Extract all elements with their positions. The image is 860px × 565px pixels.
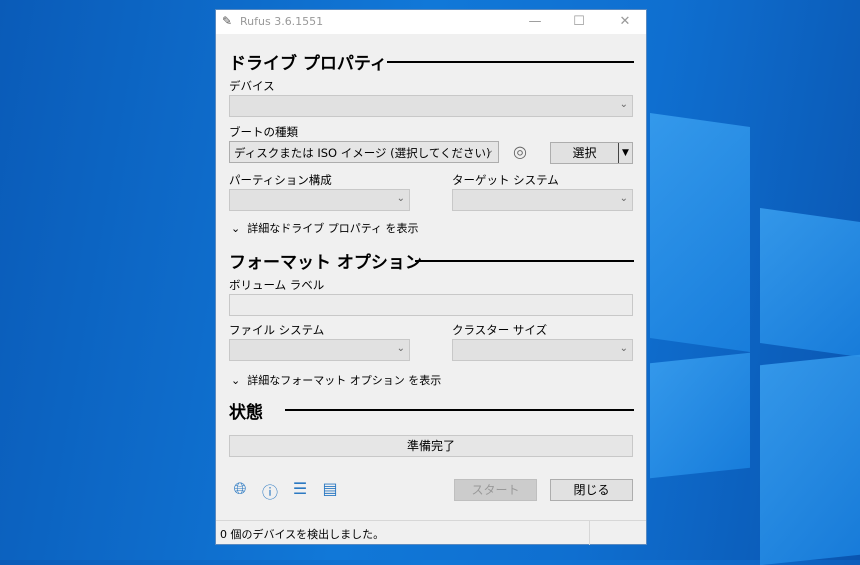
desktop-wallpaper-pane (760, 354, 860, 565)
status-bar: 0 個のデバイスを検出しました。 (216, 520, 646, 545)
chevron-down-icon: ⌄ (396, 193, 405, 204)
drive-properties-heading: ドライブ プロパティ (229, 54, 387, 74)
target-system-label: ターゲット システム (452, 173, 559, 187)
usb-drive-icon: ✎ (222, 14, 233, 28)
status-heading: 状態 (229, 403, 263, 423)
window-title: Rufus 3.6.1551 (240, 15, 324, 28)
format-options-heading: フォーマット オプション (229, 253, 422, 273)
cluster-size-select[interactable]: ⌄ (452, 339, 633, 361)
boot-type-label: ブートの種類 (229, 125, 298, 139)
boot-type-value: ディスクまたは ISO イメージ (選択してください) (234, 146, 491, 160)
cluster-size-label: クラスター サイズ (452, 323, 548, 337)
title-bar: ✎ Rufus 3.6.1551 — ☐ ✕ (216, 10, 646, 34)
boot-type-select[interactable]: ディスクまたは ISO イメージ (選択してください) ⌄ (229, 141, 499, 163)
divider (415, 260, 634, 262)
progress-bar: 準備完了 (229, 435, 633, 457)
device-label: デバイス (229, 79, 275, 93)
dropdown-arrow-icon[interactable]: ▼ (618, 143, 632, 163)
globe-language-icon[interactable]: 🌐︎ (230, 479, 250, 499)
select-image-button[interactable]: 選択 ▼ (550, 142, 633, 164)
maximize-button[interactable]: ☐ (562, 12, 596, 32)
close-button[interactable]: 閉じる (550, 479, 633, 501)
close-window-button[interactable]: ✕ (608, 12, 642, 32)
chevron-down-icon: ⌄ (396, 343, 405, 354)
desktop-wallpaper-pane (760, 207, 860, 358)
volume-label-input[interactable] (229, 294, 633, 316)
chevron-down-icon: ⌄ (231, 374, 248, 387)
desktop-wallpaper-pane (650, 112, 750, 353)
log-icon[interactable]: ▤ (320, 479, 340, 498)
chevron-down-icon: ⌄ (485, 145, 494, 156)
progress-text: 準備完了 (406, 439, 455, 453)
check-hash-icon[interactable]: ◎ (513, 142, 527, 161)
device-select[interactable]: ⌄ (229, 95, 633, 117)
settings-sliders-icon[interactable]: ☰ (290, 479, 310, 498)
partition-scheme-select[interactable]: ⌄ (229, 189, 410, 211)
desktop-wallpaper-pane (650, 352, 750, 479)
chevron-down-icon: ⌄ (619, 343, 628, 354)
advanced-drive-label: 詳細なドライブ プロパティ を表示 (247, 222, 419, 235)
minimize-button[interactable]: — (518, 12, 552, 32)
show-advanced-format-toggle[interactable]: ⌄ 詳細なフォーマット オプション を表示 (231, 372, 441, 388)
divider (285, 409, 634, 411)
divider (387, 61, 634, 63)
status-text: 0 個のデバイスを検出しました。 (220, 528, 385, 541)
advanced-format-label: 詳細なフォーマット オプション を表示 (247, 374, 442, 387)
chevron-down-icon: ⌄ (619, 99, 628, 110)
show-advanced-drive-toggle[interactable]: ⌄ 詳細なドライブ プロパティ を表示 (231, 220, 419, 236)
info-icon[interactable]: ⓘ (260, 479, 280, 503)
status-divider (589, 521, 590, 545)
file-system-label: ファイル システム (229, 323, 325, 337)
chevron-down-icon: ⌄ (231, 222, 248, 235)
rufus-window: ✎ Rufus 3.6.1551 — ☐ ✕ ドライブ プロパティ デバイス ⌄… (215, 9, 647, 545)
start-button[interactable]: スタート (454, 479, 537, 501)
target-system-select[interactable]: ⌄ (452, 189, 633, 211)
partition-scheme-label: パーティション構成 (229, 173, 332, 187)
select-label: 選択 (572, 146, 597, 160)
chevron-down-icon: ⌄ (619, 193, 628, 204)
volume-label-label: ボリューム ラベル (229, 278, 325, 292)
file-system-select[interactable]: ⌄ (229, 339, 410, 361)
